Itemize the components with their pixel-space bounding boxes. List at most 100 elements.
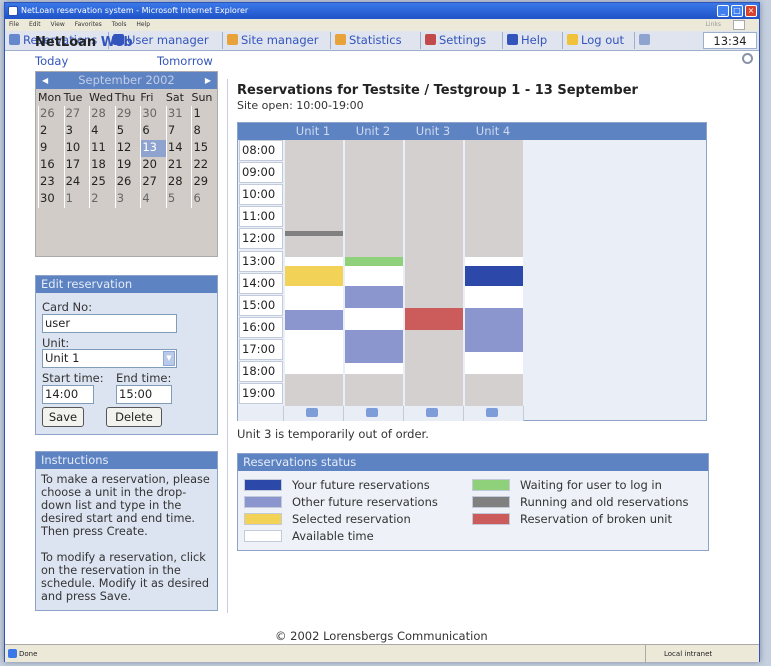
menu-tools[interactable]: Tools <box>112 21 127 28</box>
maximize-icon[interactable]: □ <box>731 5 743 17</box>
reservation-block-closed[interactable] <box>285 374 343 384</box>
start-time-input[interactable]: 14:00 <box>42 385 94 404</box>
calendar-day[interactable]: 26 <box>114 174 141 191</box>
unit-select[interactable]: Unit 1 ▼ <box>42 349 177 368</box>
delete-button[interactable]: Delete <box>106 407 162 427</box>
menu-view[interactable]: View <box>51 21 65 28</box>
calendar-day[interactable]: 17 <box>63 157 90 174</box>
calendar-day[interactable]: 2 <box>89 191 115 208</box>
calendar-day[interactable]: 9 <box>38 140 64 157</box>
calendar-day[interactable]: 6 <box>191 191 217 208</box>
reservation-block-other[interactable] <box>465 307 523 353</box>
calendar-day[interactable]: 27 <box>140 174 166 191</box>
calendar-day[interactable]: 5 <box>165 191 192 208</box>
calendar-day[interactable]: 30 <box>140 106 166 123</box>
calendar-day[interactable]: 23 <box>38 174 64 191</box>
calendar-day[interactable]: 8 <box>191 123 217 140</box>
nav-statistics[interactable]: Statistics <box>333 32 421 49</box>
calendar-day[interactable]: 14 <box>165 140 192 157</box>
calendar-day[interactable]: 19 <box>114 157 141 174</box>
menu-help[interactable]: Help <box>136 21 150 28</box>
calendar-day[interactable]: 31 <box>165 106 192 123</box>
calendar-day[interactable]: 29 <box>191 174 217 191</box>
reservation-block-running[interactable] <box>285 230 343 237</box>
calendar-day[interactable]: 18 <box>89 157 115 174</box>
calendar-day[interactable]: 12 <box>114 140 141 157</box>
end-time-input[interactable]: 15:00 <box>116 385 172 404</box>
reservation-block-available[interactable] <box>285 285 343 311</box>
reservation-block-closed[interactable] <box>465 374 523 384</box>
calendar-day[interactable]: 28 <box>165 174 192 191</box>
calendar-day[interactable]: 30 <box>38 191 64 208</box>
unit-4-column[interactable] <box>465 140 523 406</box>
nav-settings[interactable]: Settings <box>423 32 503 49</box>
unit-2-column[interactable] <box>345 140 403 406</box>
calendar-day[interactable]: 4 <box>140 191 166 208</box>
calendar-day[interactable]: 10 <box>63 140 90 157</box>
reservation-block-available[interactable] <box>465 257 523 266</box>
calendar-day[interactable]: 16 <box>38 157 64 174</box>
calendar-header: ◀ September 2002 ▶ <box>36 72 217 89</box>
calendar-day[interactable]: 15 <box>191 140 217 157</box>
next-month-icon[interactable]: ▶ <box>205 72 211 89</box>
reservation-block-other[interactable] <box>345 330 403 364</box>
calendar-day[interactable]: 3 <box>114 191 141 208</box>
calendar-day[interactable]: 21 <box>165 157 192 174</box>
reservation-block-available[interactable] <box>345 265 403 286</box>
nav-help[interactable]: Help <box>505 32 563 49</box>
calendar-day[interactable]: 11 <box>89 140 115 157</box>
calendar-day[interactable]: 5 <box>114 123 141 140</box>
calendar-day[interactable]: 22 <box>191 157 217 174</box>
reservation-block-broken[interactable] <box>405 307 463 331</box>
calendar-day[interactable]: 25 <box>89 174 115 191</box>
unit-1-computer-icon[interactable] <box>284 406 344 421</box>
close-icon[interactable]: × <box>745 5 757 17</box>
calendar-day[interactable]: 13 <box>140 140 166 157</box>
reservation-block-available[interactable] <box>345 363 403 375</box>
unit-3-column[interactable] <box>405 140 463 406</box>
calendar-day[interactable]: 20 <box>140 157 166 174</box>
reservation-block-selected[interactable] <box>285 265 343 286</box>
reservation-block-available[interactable] <box>465 352 523 375</box>
links-label[interactable]: Links <box>706 19 721 31</box>
calendar-day[interactable]: 29 <box>114 106 141 123</box>
unit-1-column[interactable] <box>285 140 343 406</box>
prev-month-icon[interactable]: ◀ <box>42 72 48 89</box>
menu-edit[interactable]: Edit <box>29 21 41 28</box>
nav-extra-icon[interactable] <box>637 32 651 49</box>
reservation-block-available[interactable] <box>345 307 403 331</box>
save-button[interactable]: Save <box>42 407 84 427</box>
reservation-block-available[interactable] <box>465 285 523 308</box>
calendar-day[interactable]: 7 <box>165 123 192 140</box>
tomorrow-link[interactable]: Tomorrow <box>157 54 213 68</box>
menu-file[interactable]: File <box>9 21 19 28</box>
calendar-day[interactable]: 28 <box>89 106 115 123</box>
calendar-day[interactable]: 26 <box>38 106 64 123</box>
calendar-day[interactable]: 6 <box>140 123 166 140</box>
calendar-day[interactable]: 3 <box>63 123 90 140</box>
calendar-day[interactable]: 24 <box>63 174 90 191</box>
unit-2-computer-icon[interactable] <box>344 406 404 421</box>
reservation-block-available[interactable] <box>285 257 343 266</box>
menu-favorites[interactable]: Favorites <box>75 21 102 28</box>
minimize-icon[interactable]: _ <box>717 5 729 17</box>
nav-site-manager[interactable]: Site manager <box>225 32 331 49</box>
nav-log-out[interactable]: Log out <box>565 32 635 49</box>
reservation-block-other[interactable] <box>345 285 403 308</box>
calendar-day[interactable]: 4 <box>89 123 115 140</box>
chevron-down-icon[interactable]: ▼ <box>163 351 175 366</box>
reservation-block-available[interactable] <box>285 330 343 375</box>
reservation-block-other[interactable] <box>285 310 343 331</box>
reservation-block-closed[interactable] <box>345 374 403 384</box>
today-link[interactable]: Today <box>35 54 68 68</box>
unit-4-computer-icon[interactable] <box>464 406 524 421</box>
reservation-block-mine[interactable] <box>465 265 523 286</box>
refresh-icon[interactable] <box>742 53 753 64</box>
calendar-day[interactable]: 27 <box>63 106 90 123</box>
unit-3-computer-icon[interactable] <box>404 406 464 421</box>
reservation-block-waiting[interactable] <box>345 257 403 266</box>
calendar-day[interactable]: 2 <box>38 123 64 140</box>
calendar-day[interactable]: 1 <box>191 106 217 123</box>
calendar-day[interactable]: 1 <box>63 191 90 208</box>
card-no-input[interactable]: user <box>42 314 177 333</box>
